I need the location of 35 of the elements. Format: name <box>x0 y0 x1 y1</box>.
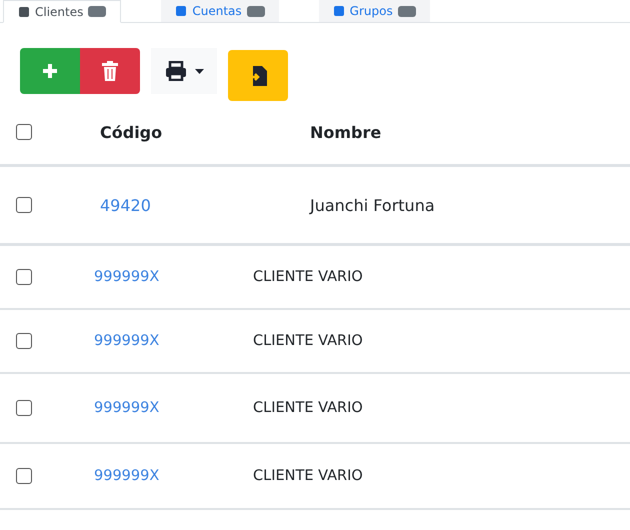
printer-icon <box>164 61 186 81</box>
name-cell: CLIENTE VARIO <box>253 269 363 285</box>
tab[interactable]: Cuentas <box>161 0 279 22</box>
checkbox[interactable] <box>16 124 32 140</box>
code-link[interactable]: 999999X <box>94 400 160 416</box>
tab-icon <box>332 5 345 17</box>
checkbox[interactable] <box>16 333 32 349</box>
trash-icon <box>102 61 118 81</box>
name-cell: CLIENTE VARIO <box>253 400 363 416</box>
caret-icon <box>194 68 204 74</box>
add-button[interactable] <box>20 48 80 94</box>
name-cell: Juanchi Fortuna <box>310 196 435 214</box>
count-badge <box>88 6 106 17</box>
name-cell: CLIENTE VARIO <box>253 333 363 349</box>
tab[interactable]: Grupos <box>318 0 430 22</box>
name-cell: CLIENTE VARIO <box>253 468 363 484</box>
code-link[interactable]: 999999X <box>94 269 160 285</box>
column-header[interactable]: Nombre <box>310 122 382 142</box>
print-dropdown[interactable] <box>151 48 217 94</box>
code-link[interactable]: 999999X <box>94 333 160 349</box>
checkbox[interactable] <box>16 468 32 484</box>
code-link[interactable]: 999999X <box>94 468 160 484</box>
plus-icon <box>41 62 59 80</box>
tab[interactable]: Clientes <box>3 0 122 23</box>
checkbox[interactable] <box>16 269 32 285</box>
checkbox[interactable] <box>16 400 32 416</box>
checkbox[interactable] <box>16 197 32 213</box>
tab-icon <box>18 6 30 18</box>
count-badge <box>398 6 416 16</box>
count-badge <box>246 6 265 16</box>
import-button[interactable] <box>228 50 288 101</box>
delete-button[interactable] <box>80 48 140 94</box>
tab-icon <box>175 5 188 17</box>
column-header[interactable]: Código <box>100 122 162 142</box>
code-link[interactable]: 49420 <box>100 196 151 214</box>
